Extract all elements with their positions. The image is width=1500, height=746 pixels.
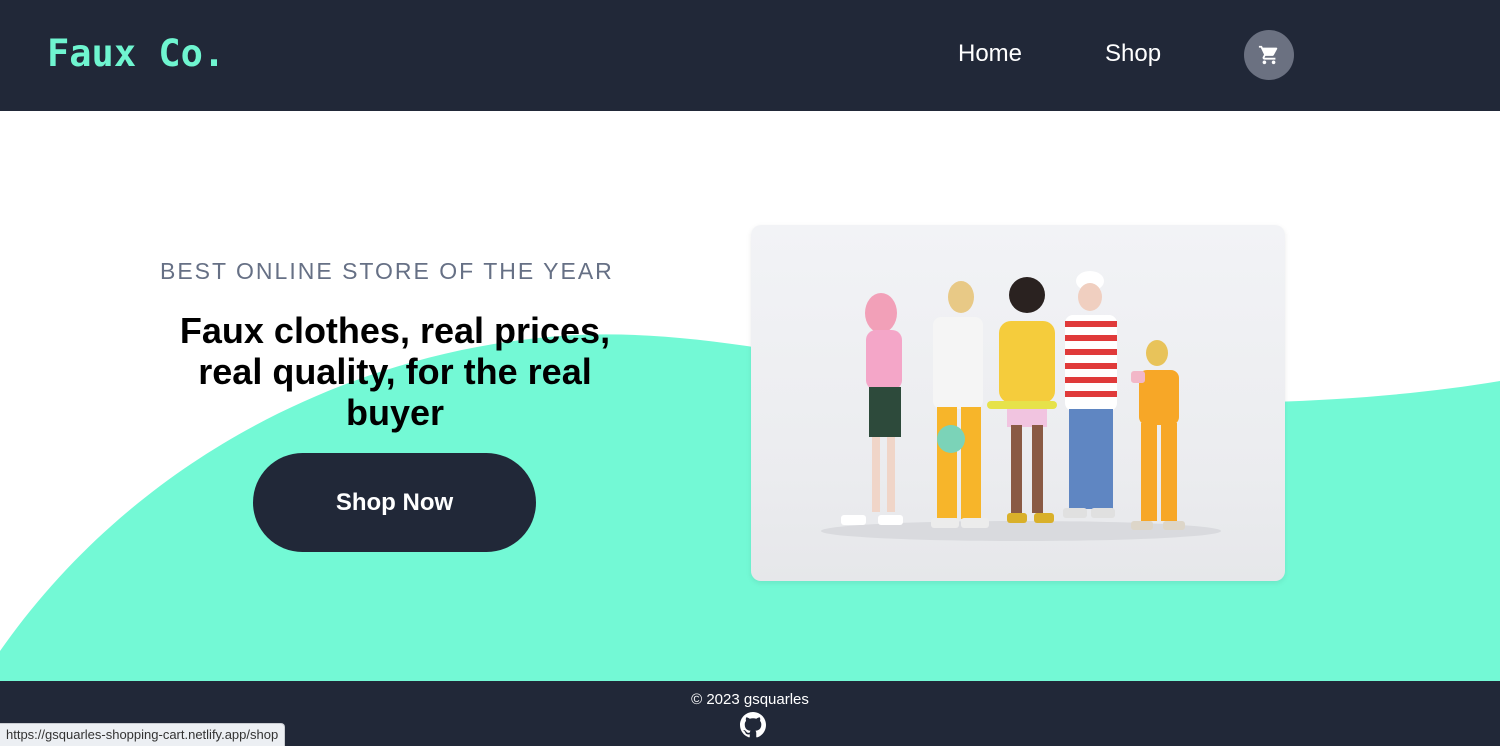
hero-headline: Faux clothes, real prices, real quality,… <box>179 310 611 433</box>
shop-now-button[interactable]: Shop Now <box>253 453 536 552</box>
navbar: Faux Co. Home Shop <box>0 0 1500 111</box>
cart-icon <box>1258 45 1278 65</box>
nav-home-link[interactable]: Home <box>958 40 1022 68</box>
github-icon <box>740 712 766 738</box>
people-photo <box>821 271 1221 541</box>
hero-eyebrow: BEST ONLINE STORE OF THE YEAR <box>160 258 614 284</box>
hero-image <box>751 225 1285 581</box>
cart-button[interactable] <box>1244 30 1294 80</box>
status-bar-url: https://gsquarles-shopping-cart.netlify.… <box>0 723 286 746</box>
github-link[interactable] <box>740 712 766 738</box>
logo[interactable]: Faux Co. <box>47 32 225 75</box>
footer-copyright: © 2023 gsquarles <box>691 691 809 708</box>
nav-shop-link[interactable]: Shop <box>1105 40 1161 68</box>
